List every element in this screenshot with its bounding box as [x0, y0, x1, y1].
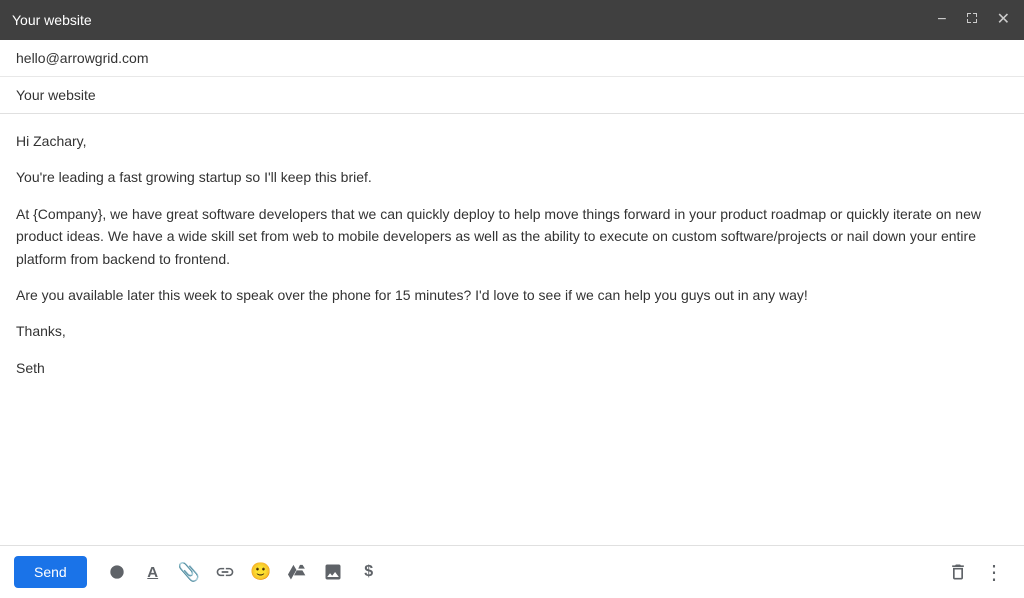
window-title: Your website: [12, 12, 92, 28]
expand-button[interactable]: [963, 9, 981, 31]
delete-button[interactable]: [942, 556, 974, 588]
drive-icon[interactable]: [281, 556, 313, 588]
emoji-icon[interactable]: 🙂: [245, 556, 277, 588]
link-icon[interactable]: [209, 556, 241, 588]
closing: Thanks,: [16, 320, 1008, 342]
send-button[interactable]: Send: [14, 556, 87, 588]
toolbar-right-group: ⋮: [942, 556, 1010, 588]
window-controls: − ✕: [935, 9, 1012, 31]
minimize-button[interactable]: −: [935, 10, 948, 30]
close-button[interactable]: ✕: [995, 10, 1012, 30]
greeting: Hi Zachary,: [16, 130, 1008, 152]
to-value: hello@arrowgrid.com: [16, 50, 148, 66]
paragraph2: At {Company}, we have great software dev…: [16, 203, 1008, 270]
formatting-toggle-icon[interactable]: [101, 556, 133, 588]
email-header-fields: hello@arrowgrid.com Your website: [0, 40, 1024, 114]
subject-field-row: Your website: [0, 77, 1024, 113]
email-compose-window: Your website − ✕ hello@arrowgrid.com You…: [0, 0, 1024, 598]
paragraph3: Are you available later this week to spe…: [16, 284, 1008, 306]
more-options-button[interactable]: ⋮: [978, 556, 1010, 588]
text-format-icon[interactable]: A: [137, 556, 169, 588]
dollar-icon[interactable]: $: [353, 556, 385, 588]
paragraph1: You're leading a fast growing startup so…: [16, 166, 1008, 188]
email-body[interactable]: Hi Zachary, You're leading a fast growin…: [0, 114, 1024, 545]
image-icon[interactable]: [317, 556, 349, 588]
subject-value: Your website: [16, 87, 96, 103]
signature: Seth: [16, 357, 1008, 379]
compose-toolbar: Send A 📎 🙂: [0, 545, 1024, 598]
toolbar-icon-group: A 📎 🙂 $: [101, 556, 936, 588]
title-bar: Your website − ✕: [0, 0, 1024, 40]
attach-icon[interactable]: 📎: [173, 556, 205, 588]
to-field-row: hello@arrowgrid.com: [0, 40, 1024, 77]
